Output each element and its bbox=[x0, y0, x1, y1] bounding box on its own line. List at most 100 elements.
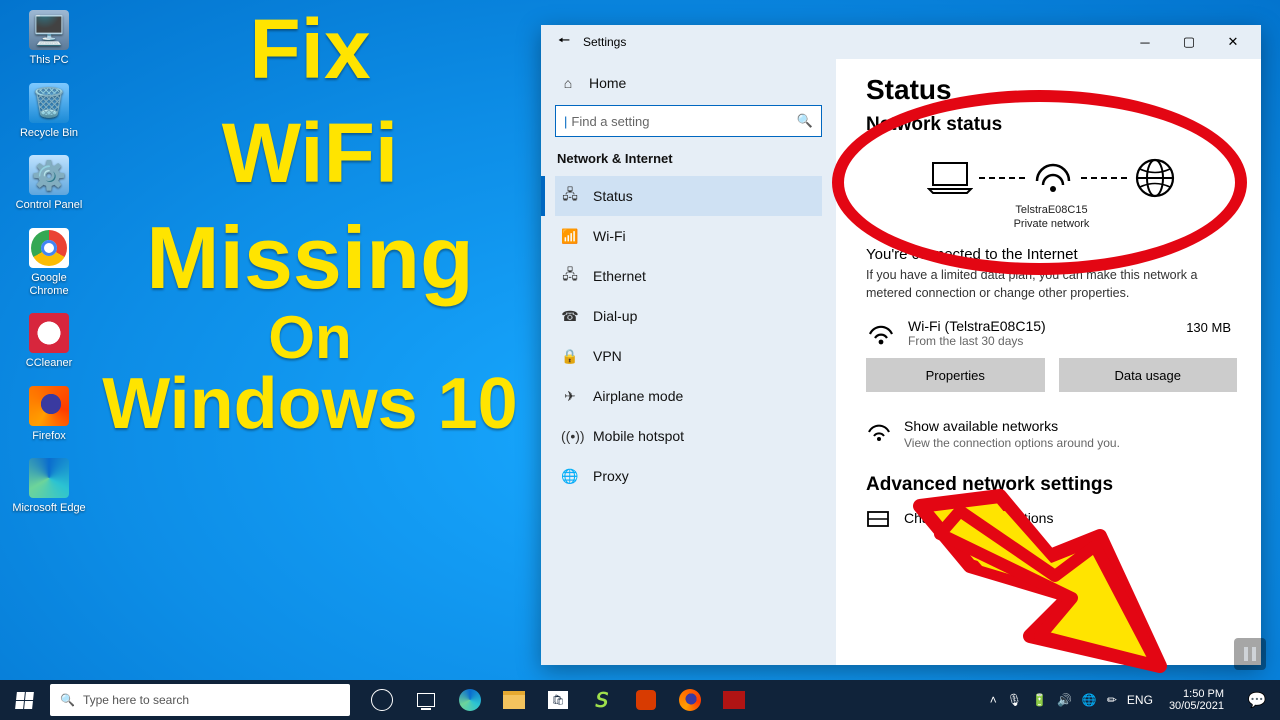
explorer-icon bbox=[503, 691, 525, 709]
globe-icon bbox=[1133, 156, 1177, 200]
settings-window: 🠔 Settings ─ ▢ ✕ ⌂ Home | Find a setting… bbox=[541, 25, 1261, 665]
shortcut-recycle-bin[interactable]: 🗑️Recycle Bin bbox=[12, 83, 86, 140]
close-button[interactable]: ✕ bbox=[1211, 27, 1255, 57]
shortcut-chrome[interactable]: Google Chrome bbox=[12, 228, 86, 297]
clock-time: 1:50 PM bbox=[1169, 688, 1224, 700]
taskbar-explorer[interactable] bbox=[494, 680, 534, 720]
taskview-icon bbox=[417, 693, 435, 707]
show-networks-link[interactable]: Show available networks View the connect… bbox=[866, 418, 1237, 450]
settings-sidebar: ⌂ Home | Find a setting 🔍 Network & Inte… bbox=[541, 59, 836, 665]
control-panel-label: Control Panel bbox=[16, 199, 83, 212]
headline-5: Windows 10 bbox=[95, 370, 525, 438]
search-placeholder: Find a setting bbox=[571, 114, 649, 129]
maximize-button[interactable]: ▢ bbox=[1167, 27, 1211, 57]
taskbar-clock[interactable]: 1:50 PM 30/05/2021 bbox=[1163, 688, 1230, 712]
usage-row: Wi-Fi (TelstraE08C15) From the last 30 d… bbox=[866, 318, 1237, 348]
diagram-type: Private network bbox=[866, 218, 1237, 230]
properties-button[interactable]: Properties bbox=[866, 358, 1045, 392]
back-button[interactable]: 🠔 bbox=[551, 30, 577, 54]
nav-dialup[interactable]: ☎ Dial-up bbox=[555, 296, 822, 336]
wifi-usage-icon bbox=[866, 318, 896, 348]
nav-ethernet[interactable]: 🖧Ethernet bbox=[555, 256, 822, 296]
search-icon: 🔍 bbox=[60, 693, 75, 707]
nav-hotspot[interactable]: ((•))Mobile hotspot bbox=[555, 416, 822, 456]
change-adapter-link[interactable]: Change adapter options bbox=[866, 510, 1237, 532]
tray-mic-icon[interactable]: 🎙 bbox=[1007, 693, 1022, 707]
change-adapter-title: Change adapter options bbox=[904, 510, 1053, 526]
edge-icon bbox=[459, 689, 481, 711]
adapter-icon bbox=[866, 510, 892, 532]
nav-vpn[interactable]: 🔒 VPN bbox=[555, 336, 822, 376]
data-usage-button[interactable]: Data usage bbox=[1059, 358, 1238, 392]
window-titlebar[interactable]: 🠔 Settings ─ ▢ ✕ bbox=[541, 25, 1261, 59]
ccleaner-icon bbox=[29, 313, 69, 353]
page-title: Status bbox=[866, 74, 1237, 106]
nav-ethernet-label: Ethernet bbox=[593, 268, 646, 284]
nav-airplane[interactable]: ✈Airplane mode bbox=[555, 376, 822, 416]
this-pc-label: This PC bbox=[29, 54, 68, 67]
tray-chevron[interactable]: ˄ bbox=[990, 693, 997, 707]
dialup-icon: ☎ bbox=[561, 308, 579, 325]
tray-language[interactable]: ENG bbox=[1127, 693, 1153, 707]
nav-wifi-label: Wi-Fi bbox=[593, 228, 626, 244]
nav-status-label: Status bbox=[593, 188, 633, 204]
nav-status[interactable]: 🖧 Status bbox=[555, 176, 822, 216]
nav-home-label: Home bbox=[589, 75, 626, 91]
nav-dialup-label: Dial-up bbox=[593, 308, 637, 324]
cortana-button[interactable] bbox=[362, 680, 402, 720]
status-icon: 🖧 bbox=[561, 184, 579, 208]
desktop-icons: 🖥️This PC 🗑️Recycle Bin ⚙️Control Panel … bbox=[12, 10, 86, 515]
windows-logo-icon bbox=[15, 692, 34, 709]
tray-pen-icon[interactable]: ✏ bbox=[1107, 693, 1117, 707]
airplane-icon: ✈ bbox=[561, 388, 579, 405]
taskbar-snagit[interactable] bbox=[714, 680, 754, 720]
connected-body: If you have a limited data plan, you can… bbox=[866, 267, 1236, 302]
nav-proxy[interactable]: 🌐Proxy bbox=[555, 456, 822, 496]
firefox-icon bbox=[29, 386, 69, 426]
ccleaner-label: CCleaner bbox=[26, 357, 72, 370]
shortcut-firefox[interactable]: Firefox bbox=[12, 386, 86, 443]
taskbar-search[interactable]: 🔍 Type here to search bbox=[50, 684, 350, 716]
control-panel-icon: ⚙️ bbox=[29, 155, 69, 195]
nav-home[interactable]: ⌂ Home bbox=[555, 69, 822, 97]
vpn-icon: 🔒 bbox=[561, 348, 579, 365]
window-title: Settings bbox=[583, 35, 626, 49]
tray-battery-icon[interactable]: 🔋 bbox=[1032, 693, 1047, 707]
s-icon: 𝘚 bbox=[596, 688, 609, 713]
nav-hotspot-label: Mobile hotspot bbox=[593, 428, 684, 444]
headline-3: Missing bbox=[95, 216, 525, 300]
wifi-diagram-icon bbox=[1031, 159, 1075, 197]
usage-adapter: Wi-Fi (TelstraE08C15) bbox=[908, 318, 1174, 334]
headline-2: WiFi bbox=[95, 114, 525, 194]
connected-title: You're connected to the Internet bbox=[866, 246, 1237, 263]
tray-network-icon[interactable]: 🌐 bbox=[1082, 693, 1097, 707]
office-icon bbox=[636, 690, 656, 710]
start-button[interactable] bbox=[0, 680, 48, 720]
show-networks-sub: View the connection options around you. bbox=[904, 436, 1120, 450]
proxy-icon: 🌐 bbox=[561, 468, 579, 485]
edge-icon bbox=[29, 458, 69, 498]
taskbar-office[interactable] bbox=[626, 680, 666, 720]
settings-search[interactable]: | Find a setting 🔍 bbox=[555, 105, 822, 137]
nav-wifi[interactable]: 📶Wi-Fi bbox=[555, 216, 822, 256]
taskbar-edge[interactable] bbox=[450, 680, 490, 720]
shortcut-this-pc[interactable]: 🖥️This PC bbox=[12, 10, 86, 67]
action-center-button[interactable]: 💬 bbox=[1240, 691, 1274, 709]
search-icon: 🔍 bbox=[797, 113, 813, 129]
wifi-link-icon bbox=[866, 418, 892, 444]
taskview-button[interactable] bbox=[406, 680, 446, 720]
nav-vpn-label: VPN bbox=[593, 348, 622, 364]
taskbar-search-placeholder: Type here to search bbox=[83, 693, 189, 707]
taskbar-store[interactable]: 🛍 bbox=[538, 680, 578, 720]
minimize-button[interactable]: ─ bbox=[1123, 27, 1167, 57]
taskbar-app-s[interactable]: 𝘚 bbox=[582, 680, 622, 720]
shortcut-edge[interactable]: Microsoft Edge bbox=[12, 458, 86, 515]
taskbar-firefox[interactable] bbox=[670, 680, 710, 720]
firefox-icon bbox=[679, 689, 701, 711]
sidebar-category: Network & Internet bbox=[557, 151, 822, 166]
taskbar: 🔍 Type here to search 🛍 𝘚 ˄ 🎙 🔋 🔊 🌐 ✏ EN… bbox=[0, 680, 1280, 720]
shortcut-control-panel[interactable]: ⚙️ Control Panel bbox=[12, 155, 86, 212]
chrome-icon bbox=[29, 228, 69, 268]
tray-volume-icon[interactable]: 🔊 bbox=[1057, 693, 1072, 707]
shortcut-ccleaner[interactable]: CCleaner bbox=[12, 313, 86, 370]
